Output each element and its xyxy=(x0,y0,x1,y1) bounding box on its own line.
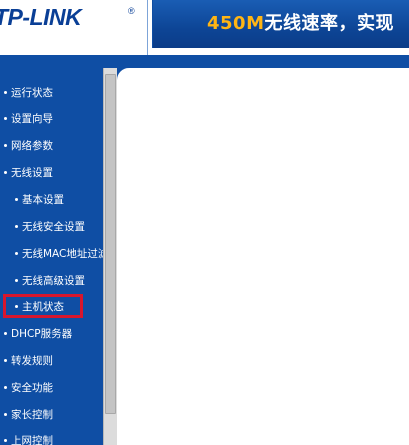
bullet-icon xyxy=(15,197,18,201)
highlight-annotation xyxy=(3,294,83,318)
scrollbar-thumb[interactable] xyxy=(105,74,116,414)
submenu-item-basic-settings[interactable]: 基本设置 xyxy=(0,189,64,211)
menu-item-label: 无线设置 xyxy=(11,167,53,179)
menu-item-parental-control[interactable]: 家长控制 xyxy=(0,404,53,426)
menu-item-label: 家长控制 xyxy=(11,409,53,421)
menu-item-label: 无线安全设置 xyxy=(22,221,85,233)
bullet-icon xyxy=(4,358,7,362)
bullet-icon xyxy=(4,90,7,94)
menu-item-network-params[interactable]: 网络参数 xyxy=(0,135,53,157)
menu-item-label: 基本设置 xyxy=(22,194,64,206)
menu-item-label: 上网控制 xyxy=(11,435,53,445)
menu-item-dhcp-server[interactable]: DHCP服务器 xyxy=(0,323,72,345)
registered-mark: ® xyxy=(128,6,135,16)
banner-divider xyxy=(151,48,409,55)
menu-item-label: 转发规则 xyxy=(11,355,53,367)
bullet-icon xyxy=(4,116,7,120)
menu-item-setup-wizard[interactable]: 设置向导 xyxy=(0,108,53,130)
menu-item-internet-control[interactable]: 上网控制 xyxy=(0,430,53,445)
bullet-icon xyxy=(4,170,7,174)
bullet-icon xyxy=(15,251,18,255)
logo-text: TP-LINK xyxy=(0,4,82,30)
bullet-icon xyxy=(4,385,7,389)
menu-item-label: 网络参数 xyxy=(11,140,53,152)
sidebar-scrollbar[interactable] xyxy=(103,68,117,445)
menu-item-security[interactable]: 安全功能 xyxy=(0,377,53,399)
menu-item-label: 无线MAC地址过滤 xyxy=(22,248,103,260)
menu-item-label: 设置向导 xyxy=(11,113,53,125)
bullet-icon xyxy=(4,438,7,442)
bullet-icon xyxy=(4,331,7,335)
menu-item-label: DHCP服务器 xyxy=(11,328,73,340)
logo: TP-LINK ® xyxy=(0,0,147,55)
sidebar-menu: 运行状态 设置向导 网络参数 无线设置 基本设置 无线安全设置 无线MAC地址过… xyxy=(0,55,103,445)
menu-item-label: 安全功能 xyxy=(11,382,53,394)
bullet-icon xyxy=(15,224,18,228)
bullet-icon xyxy=(4,143,7,147)
bullet-icon xyxy=(4,412,7,416)
menu-item-label: 无线高级设置 xyxy=(22,275,85,287)
bullet-icon xyxy=(15,278,18,282)
menu-item-label: 运行状态 xyxy=(11,87,53,99)
submenu-item-mac-filter[interactable]: 无线MAC地址过滤 xyxy=(0,243,103,265)
banner: 450M无线速率，实现 xyxy=(153,0,409,48)
banner-slogan: 无线速率，实现 xyxy=(264,13,394,34)
header-divider xyxy=(147,0,152,55)
menu-item-wireless-settings[interactable]: 无线设置 xyxy=(0,162,53,184)
header: TP-LINK ® 450M无线速率，实现 xyxy=(0,0,409,55)
submenu-item-wireless-security[interactable]: 无线安全设置 xyxy=(0,216,85,238)
banner-speed: 450M xyxy=(207,13,265,34)
menu-item-forwarding-rules[interactable]: 转发规则 xyxy=(0,350,53,372)
submenu-item-wireless-advanced[interactable]: 无线高级设置 xyxy=(0,270,85,292)
menu-item-running-status[interactable]: 运行状态 xyxy=(0,82,53,104)
banner-text: 450M无线速率，实现 xyxy=(207,9,394,35)
sidebar: 运行状态 设置向导 网络参数 无线设置 基本设置 无线安全设置 无线MAC地址过… xyxy=(0,55,103,445)
main-content xyxy=(117,68,409,445)
